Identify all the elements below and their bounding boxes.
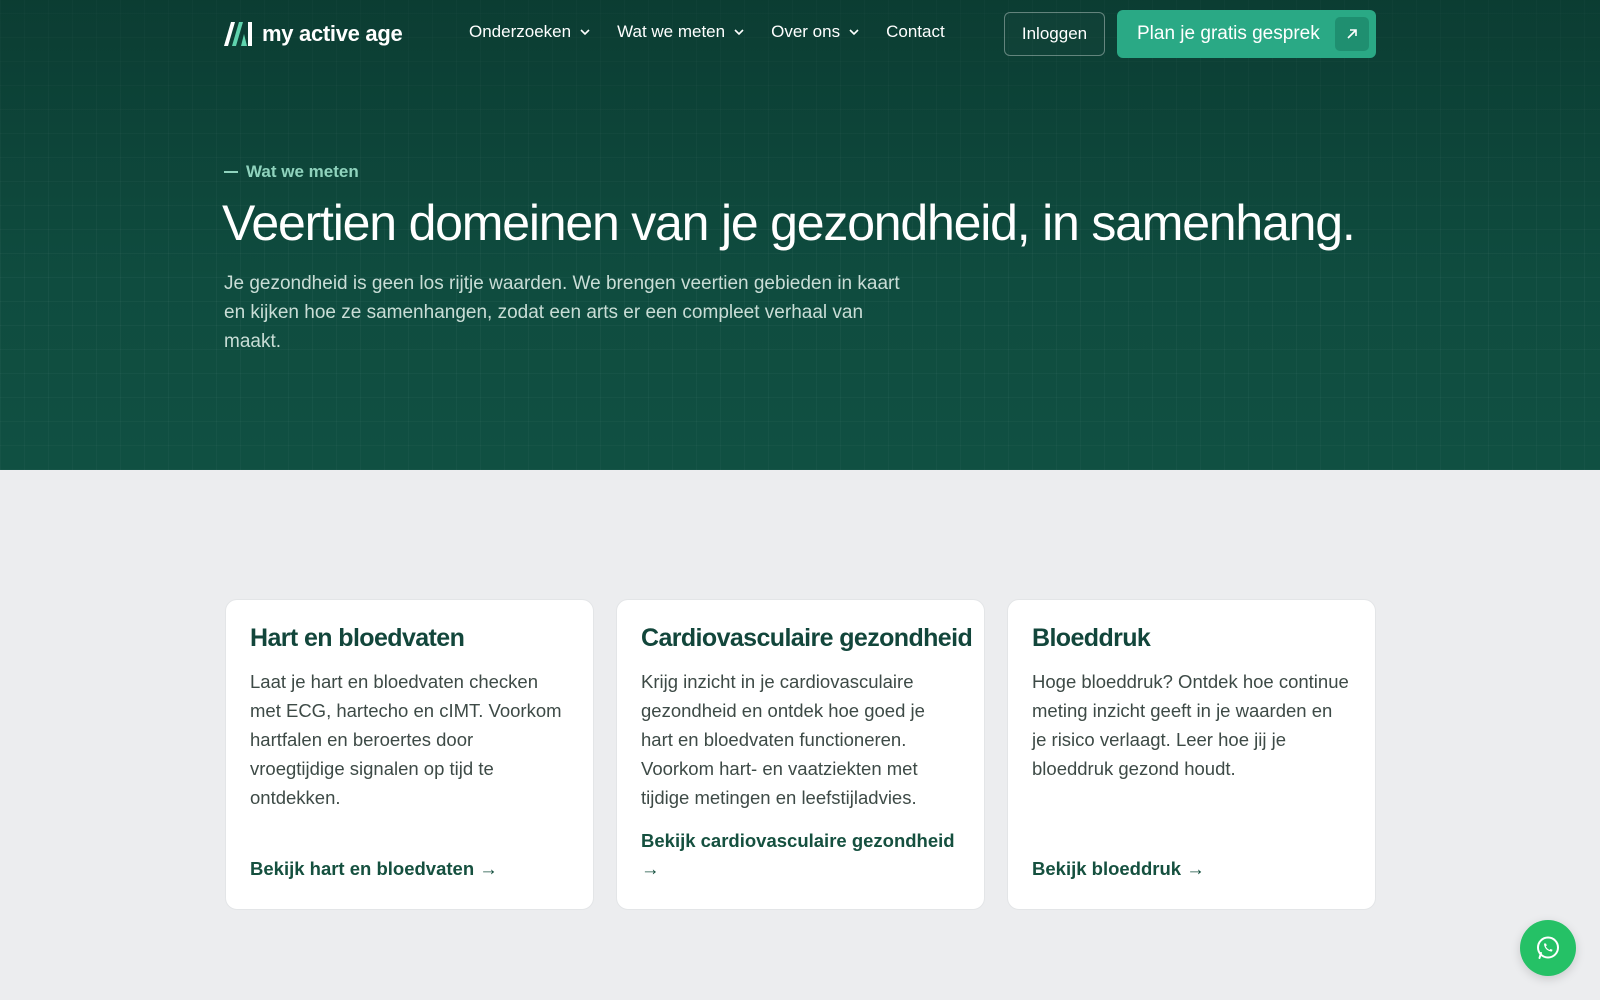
card-link-bloeddruk[interactable]: Bekijk bloeddruk →: [1032, 855, 1351, 883]
hero-subtitle: Je gezondheid is geen los rijtje waarden…: [224, 273, 900, 352]
brand-logo[interactable]: my active age: [224, 20, 403, 48]
card-bloeddruk: Bloeddruk Hoge bloeddruk? Ontdek hoe con…: [1007, 599, 1376, 910]
nav-item-wat-we-meten[interactable]: Wat we meten: [617, 22, 745, 42]
card-body: Hoge bloeddruk? Ontdek hoe continue meti…: [1032, 671, 1349, 779]
nav-item-contact[interactable]: Contact: [886, 22, 945, 42]
brand-logo-icon: [224, 22, 252, 46]
page-title: Veertien domeinen van je gezondheid, in …: [222, 195, 1356, 251]
hero-eyebrow: Wat we meten: [224, 162, 359, 182]
eyebrow-dash: [224, 171, 238, 173]
nav-item-over-ons[interactable]: Over ons: [771, 22, 860, 42]
card-link-cardiovasculaire-gezondheid[interactable]: Bekijk cardiovasculaire gezondheid →: [641, 827, 960, 883]
cta-label: Plan je gratis gesprek: [1137, 23, 1320, 44]
nav-item-label: Onderzoeken: [469, 22, 572, 41]
arrow-up-right-icon: [1335, 17, 1369, 51]
nav-item-label: Wat we meten: [617, 22, 726, 41]
main-menu: Onderzoeken Wat we meten Over ons Contac…: [469, 22, 971, 42]
card-body: Krijg inzicht in je cardiovasculaire gez…: [641, 671, 925, 808]
nav-item-onderzoeken[interactable]: Onderzoeken: [469, 22, 591, 42]
plan-gesprek-button[interactable]: Plan je gratis gesprek: [1117, 10, 1376, 58]
chevron-down-icon: [734, 29, 744, 36]
whatsapp-icon: [1537, 936, 1559, 959]
chevron-down-icon: [849, 29, 859, 36]
chevron-down-icon: [580, 29, 590, 36]
nav-item-label: Contact: [886, 22, 945, 41]
card-title: Cardiovasculaire gezondheid: [641, 624, 973, 652]
card-body: Laat je hart en bloedvaten checken met E…: [250, 671, 562, 808]
card-title: Bloeddruk: [1032, 624, 1151, 652]
whatsapp-button[interactable]: [1520, 920, 1576, 976]
top-nav: my active age Onderzoeken Wat we meten O…: [0, 0, 1600, 68]
domain-cards: Hart en bloedvaten Laat je hart en bloed…: [225, 599, 1376, 910]
login-button[interactable]: Inloggen: [1004, 12, 1105, 56]
card-hart-en-bloedvaten: Hart en bloedvaten Laat je hart en bloed…: [225, 599, 594, 910]
brand-name: my active age: [262, 21, 403, 46]
card-title: Hart en bloedvaten: [250, 624, 465, 652]
eyebrow-label: Wat we meten: [246, 162, 359, 181]
nav-item-label: Over ons: [771, 22, 841, 41]
card-cardiovasculaire-gezondheid: Cardiovasculaire gezondheid Krijg inzich…: [616, 599, 985, 910]
card-link-hart-en-bloedvaten[interactable]: Bekijk hart en bloedvaten →: [250, 855, 569, 883]
